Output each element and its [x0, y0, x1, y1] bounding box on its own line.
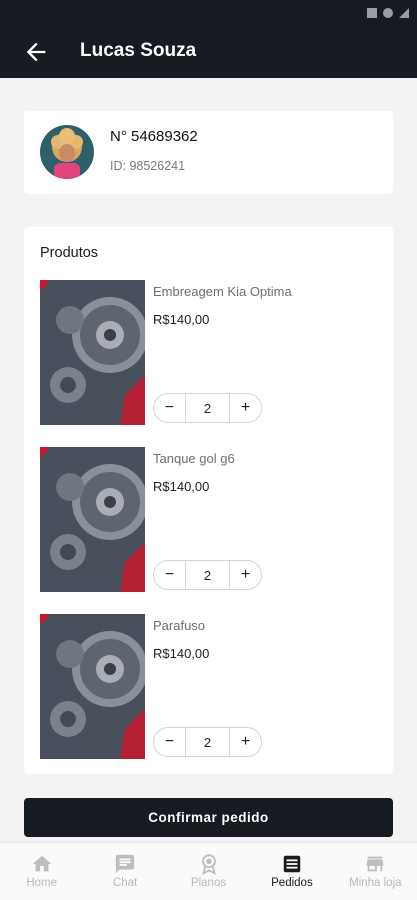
product-image	[40, 614, 145, 759]
nav-item-planos[interactable]: Planos	[167, 843, 250, 900]
products-card: Produtos Embreagem Kia Optima R$140,00 −…	[24, 227, 393, 774]
home-icon	[32, 855, 51, 872]
nav-label-home: Home	[26, 877, 58, 889]
nav-label-pedidos: Pedidos	[271, 877, 313, 889]
signal-square-icon	[367, 8, 377, 18]
product-name: Tanque gol g6	[153, 451, 235, 466]
decrease-quantity-button[interactable]: −	[154, 394, 186, 422]
increase-quantity-button[interactable]: +	[229, 394, 261, 422]
increase-quantity-button[interactable]: +	[229, 561, 261, 589]
nav-label-planos: Planos	[190, 877, 227, 889]
products-title: Produtos	[40, 245, 99, 261]
chat-icon	[115, 854, 135, 874]
order-card: N° 54689362 ID: 98526241	[24, 111, 393, 194]
nav-item-pedidos[interactable]: Pedidos	[250, 843, 333, 900]
order-number: N° 54689362	[110, 128, 198, 145]
minus-icon: −	[164, 733, 175, 750]
quantity-value: 2	[203, 567, 212, 583]
arrow-back-icon	[26, 42, 46, 62]
product-name: Parafuso	[153, 618, 206, 633]
quantity-stepper: − 2 +	[153, 393, 262, 423]
product-name: Embreagem Kia Optima	[153, 284, 292, 299]
plus-icon: +	[240, 399, 251, 416]
product-item: Embreagem Kia Optima R$140,00 − 2 +	[40, 280, 380, 425]
product-price: R$140,00	[153, 479, 210, 494]
quantity-value: 2	[203, 734, 212, 750]
nav-item-chat[interactable]: Chat	[83, 843, 166, 900]
increase-quantity-button[interactable]: +	[229, 728, 261, 756]
minus-icon: −	[164, 399, 175, 416]
minus-icon: −	[164, 566, 175, 583]
nav-item-minha-loja[interactable]: Minha loja	[334, 843, 417, 900]
quantity-stepper: − 2 +	[153, 560, 262, 590]
plus-icon: +	[240, 566, 251, 583]
product-item: Tanque gol g6 R$140,00 − 2 +	[40, 447, 380, 592]
app-bar: Lucas Souza	[0, 26, 417, 78]
nav-label-minha-loja: Minha loja	[349, 877, 402, 889]
nav-label-chat: Chat	[112, 877, 138, 889]
product-image	[40, 280, 145, 425]
quantity-stepper: − 2 +	[153, 727, 262, 757]
back-button[interactable]	[22, 38, 50, 66]
status-circle-icon	[383, 8, 393, 18]
store-icon	[367, 856, 384, 872]
bottom-nav: Home Chat Planos Pedidos Minha loja	[0, 842, 417, 900]
quantity-value: 2	[203, 400, 212, 416]
product-item: Parafuso R$140,00 − 2 +	[40, 614, 380, 759]
plus-icon: +	[240, 733, 251, 750]
product-price: R$140,00	[153, 312, 210, 327]
decrease-quantity-button[interactable]: −	[154, 561, 186, 589]
status-bar	[0, 0, 417, 26]
product-price: R$140,00	[153, 646, 210, 661]
confirm-order-button[interactable]: Confirmar pedido	[24, 798, 393, 837]
decrease-quantity-button[interactable]: −	[154, 728, 186, 756]
avatar	[40, 125, 94, 179]
product-image	[40, 447, 145, 592]
page-title: Lucas Souza	[80, 40, 197, 61]
status-triangle-icon	[399, 8, 409, 18]
badge-icon	[201, 854, 216, 875]
list-icon	[283, 855, 301, 873]
nav-item-home[interactable]: Home	[0, 843, 83, 900]
order-id: ID: 98526241	[110, 159, 186, 173]
